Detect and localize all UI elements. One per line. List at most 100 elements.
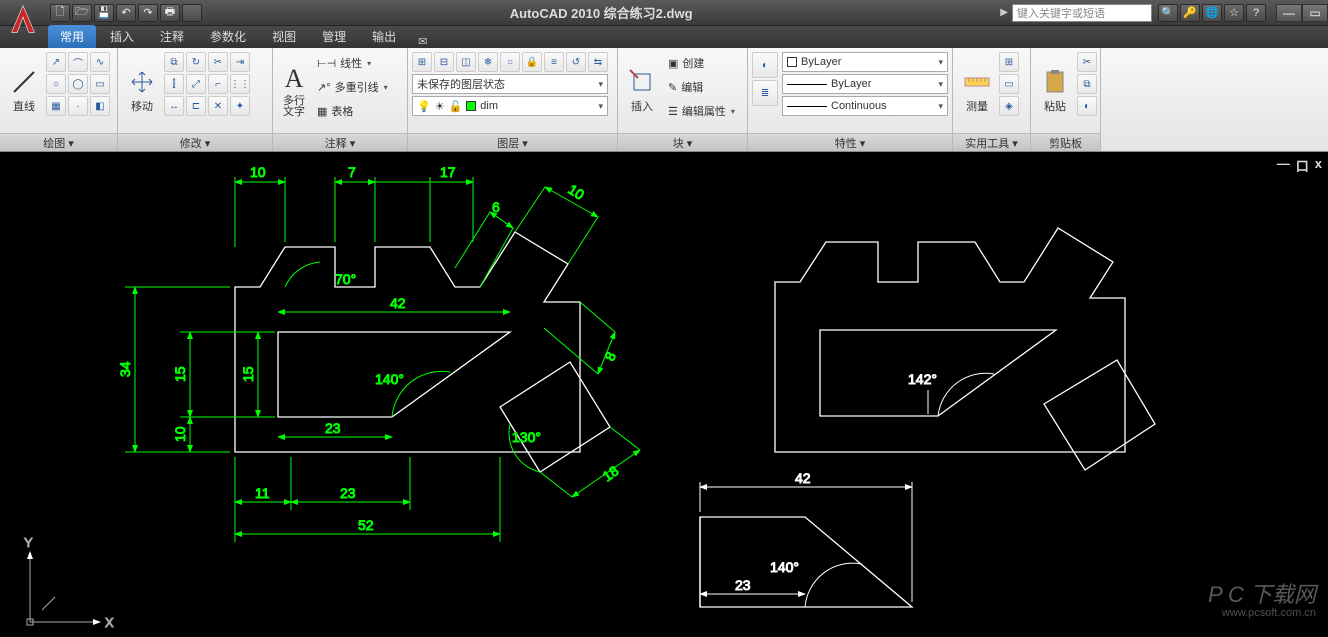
tab-manage[interactable]: 管理 xyxy=(310,25,358,48)
table-button[interactable]: ▦表格 xyxy=(313,100,392,122)
panel-layer-title[interactable]: 图层 ▾ xyxy=(408,133,617,151)
mtext-icon: A xyxy=(285,64,304,94)
ribbon-tabs: 常用 插入 注释 参数化 视图 管理 输出 ✉ xyxy=(0,26,1328,48)
panel-annot-title[interactable]: 注释 ▾ xyxy=(273,133,407,151)
window-maximize-button[interactable]: ▭ xyxy=(1302,4,1328,22)
dim-17: 17 xyxy=(440,164,456,180)
quickcalc-icon[interactable]: ⊞ xyxy=(999,52,1019,72)
layer-dropdown[interactable]: 💡☀🔓 dim xyxy=(412,96,608,116)
window-minimize-button[interactable]: — xyxy=(1276,4,1302,22)
drawing-canvas[interactable]: — 口 x 10 7 xyxy=(0,152,1328,637)
panel-modify-title[interactable]: 修改 ▾ xyxy=(118,133,272,151)
measure-button[interactable]: 测量 xyxy=(957,52,997,129)
arc-icon[interactable]: ⌒ xyxy=(68,52,88,72)
panel-block-title[interactable]: 块 ▾ xyxy=(618,133,747,151)
hatch-icon[interactable]: ▦ xyxy=(46,96,66,116)
cut-icon[interactable]: ✂ xyxy=(1077,52,1097,72)
polyline-icon[interactable]: ↗ xyxy=(46,52,66,72)
tab-annotate[interactable]: 注释 xyxy=(148,25,196,48)
favorite-icon[interactable]: ☆ xyxy=(1224,4,1244,22)
block-attr-button[interactable]: ☰编辑属性 xyxy=(664,100,739,122)
measure-icon xyxy=(963,68,991,96)
mtext-button[interactable]: A 多行 文字 xyxy=(277,52,311,129)
tab-parametric[interactable]: 参数化 xyxy=(198,25,258,48)
layer-prev-icon[interactable]: ↺ xyxy=(566,52,586,72)
fillet-icon[interactable]: ⌐ xyxy=(208,74,228,94)
explode-icon[interactable]: ✦ xyxy=(230,96,250,116)
insert-button[interactable]: 插入 xyxy=(622,52,662,129)
ribbon: 直线 ↗ ⌒ ∿ ○ ◯ ▭ ▦ · ◧ 绘图 ▾ 移动 ⧉ xyxy=(0,48,1328,152)
matchprop-icon[interactable]: ◐ xyxy=(1077,96,1097,116)
match-prop-icon[interactable]: ◐ xyxy=(752,52,778,78)
panel-draw-title[interactable]: 绘图 ▾ xyxy=(0,133,117,151)
qat-new-icon[interactable]: 🗋 xyxy=(50,4,70,22)
qat-redo-icon[interactable]: ↷ xyxy=(138,4,158,22)
qat-undo-icon[interactable]: ↶ xyxy=(116,4,136,22)
color-value: ByLayer xyxy=(801,56,841,68)
block-create-button[interactable]: ▣创建 xyxy=(664,52,739,74)
copy-clip-icon[interactable]: ⧉ xyxy=(1077,74,1097,94)
key-icon[interactable]: 🔑 xyxy=(1180,4,1200,22)
ellipse-icon[interactable]: ◯ xyxy=(68,74,88,94)
dim-23b: 23 xyxy=(340,485,356,501)
mleader-button[interactable]: ↗°多重引线 xyxy=(313,76,392,98)
erase-icon[interactable]: ✕ xyxy=(208,96,228,116)
extend-icon[interactable]: ⇥ xyxy=(230,52,250,72)
array-icon[interactable]: ⋮⋮ xyxy=(230,74,250,94)
layer-iso-icon[interactable]: ◫ xyxy=(456,52,476,72)
dim-18: 18 xyxy=(600,462,622,484)
line-button[interactable]: 直线 xyxy=(4,52,44,129)
tab-home[interactable]: 常用 xyxy=(48,25,96,48)
qat-more-icon[interactable] xyxy=(182,4,202,22)
offset-icon[interactable]: ⊏ xyxy=(186,96,206,116)
lineweight-dropdown[interactable]: ByLayer xyxy=(782,74,948,94)
tab-output[interactable]: 输出 xyxy=(360,25,408,48)
spline-icon[interactable]: ∿ xyxy=(90,52,110,72)
layer-lock-icon[interactable]: 🔒 xyxy=(522,52,542,72)
select-icon[interactable]: ▭ xyxy=(999,74,1019,94)
binoculars-icon[interactable]: 🔍 xyxy=(1158,4,1178,22)
scale-icon[interactable]: ⤢ xyxy=(186,74,206,94)
rectangle-icon[interactable]: ▭ xyxy=(90,74,110,94)
dim-7: 7 xyxy=(348,164,356,180)
linetype-dropdown[interactable]: Continuous xyxy=(782,96,948,116)
mirror-icon[interactable]: ⫿ xyxy=(164,74,184,94)
search-play-icon[interactable]: ▶ xyxy=(1000,7,1008,18)
axis-x: X xyxy=(105,615,114,630)
move-button[interactable]: 移动 xyxy=(122,52,162,129)
layer-state-dropdown[interactable]: 未保存的图层状态 xyxy=(412,74,608,94)
paste-button[interactable]: 粘贴 xyxy=(1035,52,1075,129)
layer-off-icon[interactable]: ○ xyxy=(500,52,520,72)
search-input[interactable]: 键入关键字或短语 xyxy=(1012,4,1152,22)
rotate-icon[interactable]: ↻ xyxy=(186,52,206,72)
comm-icon[interactable]: 🌐 xyxy=(1202,4,1222,22)
list-icon[interactable]: ≣ xyxy=(752,80,778,106)
color-dropdown[interactable]: ByLayer xyxy=(782,52,948,72)
qat-print-icon[interactable]: 🖶 xyxy=(160,4,180,22)
trim-icon[interactable]: ✂ xyxy=(208,52,228,72)
layer-walk-icon[interactable]: ⇆ xyxy=(588,52,608,72)
stretch-icon[interactable]: ↔ xyxy=(164,96,184,116)
point-icon[interactable]: · xyxy=(68,96,88,116)
panel-util-title[interactable]: 实用工具 ▾ xyxy=(953,133,1030,151)
layer-match-icon[interactable]: ≡ xyxy=(544,52,564,72)
panel-prop-title[interactable]: 特性 ▾ xyxy=(748,133,952,151)
linear-dim-button[interactable]: ⊢⊣线性 xyxy=(313,52,392,74)
layer-freeze-icon[interactable]: ❄ xyxy=(478,52,498,72)
app-logo-icon[interactable] xyxy=(4,0,42,38)
block-edit-button[interactable]: ✎编辑 xyxy=(664,76,739,98)
circle-icon[interactable]: ○ xyxy=(46,74,66,94)
copy-icon[interactable]: ⧉ xyxy=(164,52,184,72)
insert-icon xyxy=(628,68,656,96)
edit-icon: ✎ xyxy=(668,81,677,94)
qat-save-icon[interactable]: 💾 xyxy=(94,4,114,22)
tab-insert[interactable]: 插入 xyxy=(98,25,146,48)
selectall-icon[interactable]: ◈ xyxy=(999,96,1019,116)
help-icon[interactable]: ? xyxy=(1246,4,1266,22)
layer-state-icon[interactable]: ⊟ xyxy=(434,52,454,72)
tab-view[interactable]: 视图 xyxy=(260,25,308,48)
qat-open-icon[interactable]: 🗁 xyxy=(72,4,92,22)
layer-prop-icon[interactable]: ⊞ xyxy=(412,52,432,72)
tab-mail-icon[interactable]: ✉ xyxy=(418,35,427,48)
region-icon[interactable]: ◧ xyxy=(90,96,110,116)
